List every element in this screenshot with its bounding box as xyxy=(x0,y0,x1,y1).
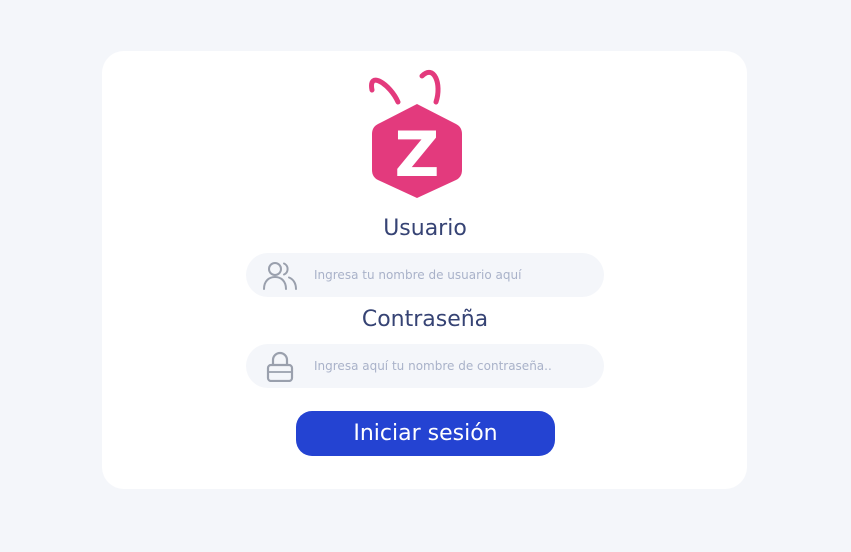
username-input[interactable] xyxy=(314,253,590,297)
username-field[interactable] xyxy=(246,253,604,297)
password-label: Contraseña xyxy=(361,307,489,332)
login-button[interactable]: Iniciar sesión xyxy=(296,411,555,456)
username-label: Usuario xyxy=(383,216,467,241)
brand-logo-icon: Z xyxy=(369,69,462,198)
logo-letter: Z xyxy=(395,118,440,191)
password-input[interactable] xyxy=(314,344,590,388)
users-icon xyxy=(263,262,297,290)
lock-icon xyxy=(266,351,294,382)
password-field[interactable] xyxy=(246,344,604,388)
